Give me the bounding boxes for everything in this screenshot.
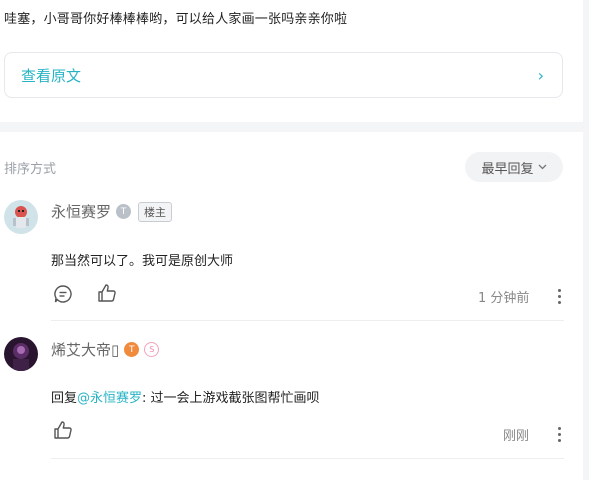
username[interactable]: 烯艾大帝▯: [51, 339, 119, 360]
comment-text: 回复@永恒赛罗: 过一会上游戏截张图帮忙画呗: [51, 387, 320, 406]
sort-label: 排序方式: [4, 162, 57, 177]
chevron-down-icon: [538, 162, 547, 173]
level-badge: T: [116, 204, 132, 219]
section-separator: [0, 122, 583, 132]
reply-prefix: 回复: [51, 391, 78, 406]
mention-link[interactable]: @永恒赛罗: [77, 391, 142, 406]
comment-author: 烯艾大帝▯ T S: [51, 339, 160, 360]
post-text: 哇塞，小哥哥你好棒棒棒哟，可以给人家画一张吗亲亲你啦: [4, 12, 348, 27]
level-badge: T: [124, 342, 140, 357]
comment-time: 1 分钟前: [478, 291, 530, 306]
comment-divider: [51, 320, 564, 321]
comment-page: 哇塞，小哥哥你好棒棒棒哟，可以给人家画一张吗亲亲你啦 查看原文 › 排序方式 最…: [0, 0, 589, 480]
like-icon[interactable]: [97, 283, 117, 307]
view-original-card[interactable]: 查看原文 ›: [4, 52, 563, 98]
comment-author: 永恒赛罗 T 楼主: [51, 201, 173, 222]
page-edge: [583, 0, 589, 480]
comment-divider: [51, 458, 564, 459]
comment-icon[interactable]: [53, 284, 73, 308]
comment-item: 烯艾大帝▯ T S 回复@永恒赛罗: 过一会上游戏截张图帮忙画呗 刚刚: [0, 334, 564, 460]
reply-text: : 过一会上游戏截张图帮忙画呗: [142, 391, 320, 406]
owner-tag: 楼主: [138, 201, 173, 222]
like-icon[interactable]: [53, 420, 73, 444]
sort-selected-value: 最早回复: [481, 161, 534, 177]
avatar[interactable]: [4, 200, 38, 234]
chevron-right-icon: ›: [537, 65, 544, 85]
more-icon[interactable]: [555, 427, 563, 442]
comment-time: 刚刚: [503, 429, 530, 444]
fan-badge-icon: S: [144, 342, 160, 357]
view-original-label: 查看原文: [21, 66, 82, 85]
username[interactable]: 永恒赛罗: [51, 201, 111, 222]
comment-text: 那当然可以了。我可是原创大师: [51, 254, 234, 269]
more-icon[interactable]: [555, 289, 563, 304]
sort-dropdown[interactable]: 最早回复: [465, 152, 563, 182]
avatar[interactable]: [4, 337, 38, 371]
comment-item: 永恒赛罗 T 楼主 那当然可以了。我可是原创大师 1 分钟前: [0, 196, 564, 321]
